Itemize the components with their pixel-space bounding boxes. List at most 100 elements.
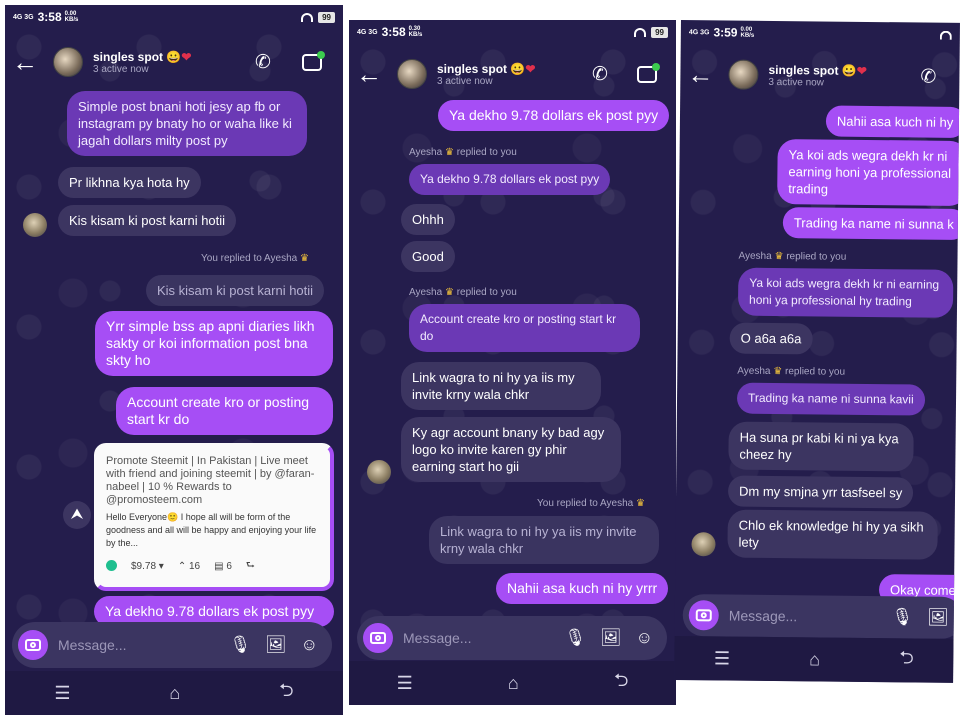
group-avatar[interactable] [728, 59, 759, 90]
message-bubble[interactable]: Ohhh [401, 204, 455, 235]
chat-header: ← singles spot 😀❤ 3 active now ✆ [349, 56, 676, 92]
back-arrow-icon[interactable]: ← [349, 59, 389, 90]
card-payout: $9.78 ▾ [131, 561, 164, 572]
link-preview-card[interactable]: Promote Steemit | In Pakistan | Live mee… [94, 443, 334, 591]
camera-button[interactable] [18, 630, 48, 660]
back-nav-icon[interactable]: ⮌ [614, 668, 628, 698]
reply-note: Ayesha ♛ replied to you [737, 365, 846, 378]
status-bar: 4G 3G 3:58 0.00 KB/s 99 [5, 5, 343, 29]
reply-note: You replied to Ayesha ♛ [537, 498, 645, 509]
heart-emoji: ❤ [525, 61, 536, 76]
card-votes: ⌃ 16 [177, 561, 201, 572]
message-bubble[interactable]: Nahii asa kuch ni hy yrrr [496, 573, 669, 604]
message-bubble[interactable]: Ya koi ads wegra dekh kr ni earning honi… [777, 139, 960, 207]
smile-emoji: 😀 [841, 63, 857, 78]
message-bubble[interactable]: Chlo ek knowledge hi hy ya sikh lety [727, 509, 938, 560]
network-speed: 0.00 KB/s [64, 11, 79, 23]
crown-icon: ♛ [635, 498, 645, 509]
wifi-icon [939, 30, 952, 40]
message-bubble[interactable]: Pr likhna kya hota hy [58, 167, 201, 198]
network-speed: 0.00 KB/s [740, 26, 755, 39]
sticker-icon[interactable]: ☺ [301, 635, 318, 655]
gallery-icon[interactable]: 🖼 [600, 628, 622, 648]
clock: 3:58 [381, 25, 406, 39]
card-comments: ▤ 6 [214, 561, 232, 572]
message-bubble[interactable]: Dm my smjna yrr tasfseel sy [727, 475, 914, 509]
menu-nav-icon[interactable]: ☰ [54, 683, 70, 704]
home-nav-icon[interactable]: ⌂ [508, 673, 519, 694]
sender-avatar[interactable] [367, 460, 391, 484]
card-share-icon[interactable]: ⮑ [246, 558, 255, 575]
message-bubble[interactable]: Ya dekho 9.78 dollars ek post pyy [438, 100, 670, 131]
quoted-message[interactable]: Ya dekho 9.78 dollars ek post pyy [409, 164, 611, 195]
crown-icon: ♛ [774, 250, 784, 263]
phone-call-icon[interactable]: ✆ [255, 51, 271, 74]
card-title: Promote Steemit | In Pakistan | Live mee… [106, 455, 315, 506]
message-bubble[interactable]: Ky agr account bnany ky bad agy logo ko … [401, 417, 621, 482]
chat-header: ← singles spot 😀❤ 3 active now ✆ [680, 56, 959, 95]
signal-indicator: 4G 3G [357, 28, 378, 36]
message-bubble[interactable]: Ha suna pr kabi ki ni ya kya cheez hy [728, 421, 914, 472]
message-input[interactable]: Message... [403, 630, 564, 646]
sender-avatar[interactable] [23, 213, 47, 237]
sender-avatar[interactable] [691, 532, 716, 557]
phone-call-icon[interactable]: ✆ [920, 65, 936, 88]
microphone-icon[interactable]: 🎙 [229, 635, 251, 655]
message-input[interactable]: Message... [58, 637, 229, 653]
chat-title-block[interactable]: singles spot 😀❤ 3 active now [768, 62, 867, 88]
message-bubble[interactable]: Kis kisam ki post karni hotii [58, 205, 237, 236]
message-bubble[interactable]: Link wagra to ni hy ya iis my invite krn… [401, 362, 601, 410]
card-footer: $9.78 ▾ ⌃ 16 ▤ 6 ⮑ [106, 558, 322, 575]
sticker-icon[interactable]: ☺ [636, 628, 653, 648]
camera-button[interactable] [688, 600, 719, 631]
message-input-bar: Message... 🎙 🖼 ☺ [357, 616, 667, 660]
system-nav-bar: ☰ ⌂ ⮌ [349, 661, 676, 705]
back-arrow-icon[interactable]: ← [5, 47, 45, 78]
gallery-icon[interactable]: 🖼 [265, 635, 287, 655]
battery-indicator: 99 [318, 11, 335, 23]
active-status: 3 active now [93, 63, 149, 75]
chat-screen-1: 4G 3G 3:58 0.00 KB/s 99 ← singles spot 😀… [5, 5, 343, 715]
quoted-message[interactable]: Kis kisam ki post karni hotii [146, 275, 325, 306]
message-bubble[interactable]: O a6a a6a [729, 322, 813, 355]
group-avatar[interactable] [53, 47, 83, 77]
quoted-message[interactable]: Account create kro or posting start kr d… [409, 304, 640, 352]
home-nav-icon[interactable]: ⌂ [809, 649, 820, 670]
chat-title-block[interactable]: singles spot 😀❤ 3 active now [93, 50, 191, 75]
smile-emoji: 😀 [166, 49, 182, 64]
message-bubble[interactable]: Trading ka name ni sunna k [782, 207, 960, 241]
back-arrow-icon[interactable]: ← [680, 58, 720, 89]
online-dot [652, 62, 660, 71]
status-bar: 4G 3G 3:58 0.30 KB/s 99 [349, 20, 676, 44]
upvote-icon[interactable] [106, 559, 117, 574]
video-call-icon[interactable] [637, 62, 660, 83]
microphone-icon[interactable]: 🎙 [891, 607, 913, 627]
quoted-message[interactable]: Ya koi ads wegra dekh kr ni earning honi… [737, 267, 954, 318]
status-bar: 4G 3G 3:59 0.00 KB/s [681, 20, 960, 47]
network-speed: 0.30 KB/s [408, 26, 423, 38]
menu-nav-icon[interactable]: ☰ [397, 673, 413, 694]
system-nav-bar: ☰ ⌂ ⮌ [674, 635, 954, 683]
back-nav-icon[interactable]: ⮌ [279, 678, 293, 708]
phone-call-icon[interactable]: ✆ [592, 63, 608, 86]
quoted-message[interactable]: Link wagra to ni hy ya iis my invite krn… [429, 516, 659, 564]
wifi-icon [634, 27, 647, 37]
message-bubble[interactable]: Nahii asa kuch ni hy [825, 105, 960, 138]
camera-icon [25, 639, 41, 651]
microphone-icon[interactable]: 🎙 [564, 628, 586, 648]
message-bubble[interactable]: Yrr simple bss ap apni diaries likh sakt… [95, 311, 333, 376]
gallery-icon[interactable]: 🖼 [927, 608, 949, 628]
back-nav-icon[interactable]: ⮌ [899, 645, 914, 675]
quoted-message[interactable]: Trading ka name ni sunna kavii [736, 382, 925, 416]
video-call-icon[interactable] [302, 50, 325, 71]
message-bubble[interactable]: Good [401, 241, 455, 272]
camera-button[interactable] [363, 623, 393, 653]
group-avatar[interactable] [397, 59, 427, 89]
chat-title-block[interactable]: singles spot 😀❤ 3 active now [437, 62, 535, 87]
home-nav-icon[interactable]: ⌂ [169, 683, 180, 704]
message-bubble[interactable]: Account create kro or posting start kr d… [116, 387, 333, 435]
menu-nav-icon[interactable]: ☰ [714, 648, 730, 669]
message-input[interactable]: Message... [729, 608, 892, 626]
message-bubble[interactable]: Simple post bnani hoti jesy ap fb or ins… [67, 91, 307, 156]
share-send-icon[interactable]: ⮝ [63, 501, 91, 529]
